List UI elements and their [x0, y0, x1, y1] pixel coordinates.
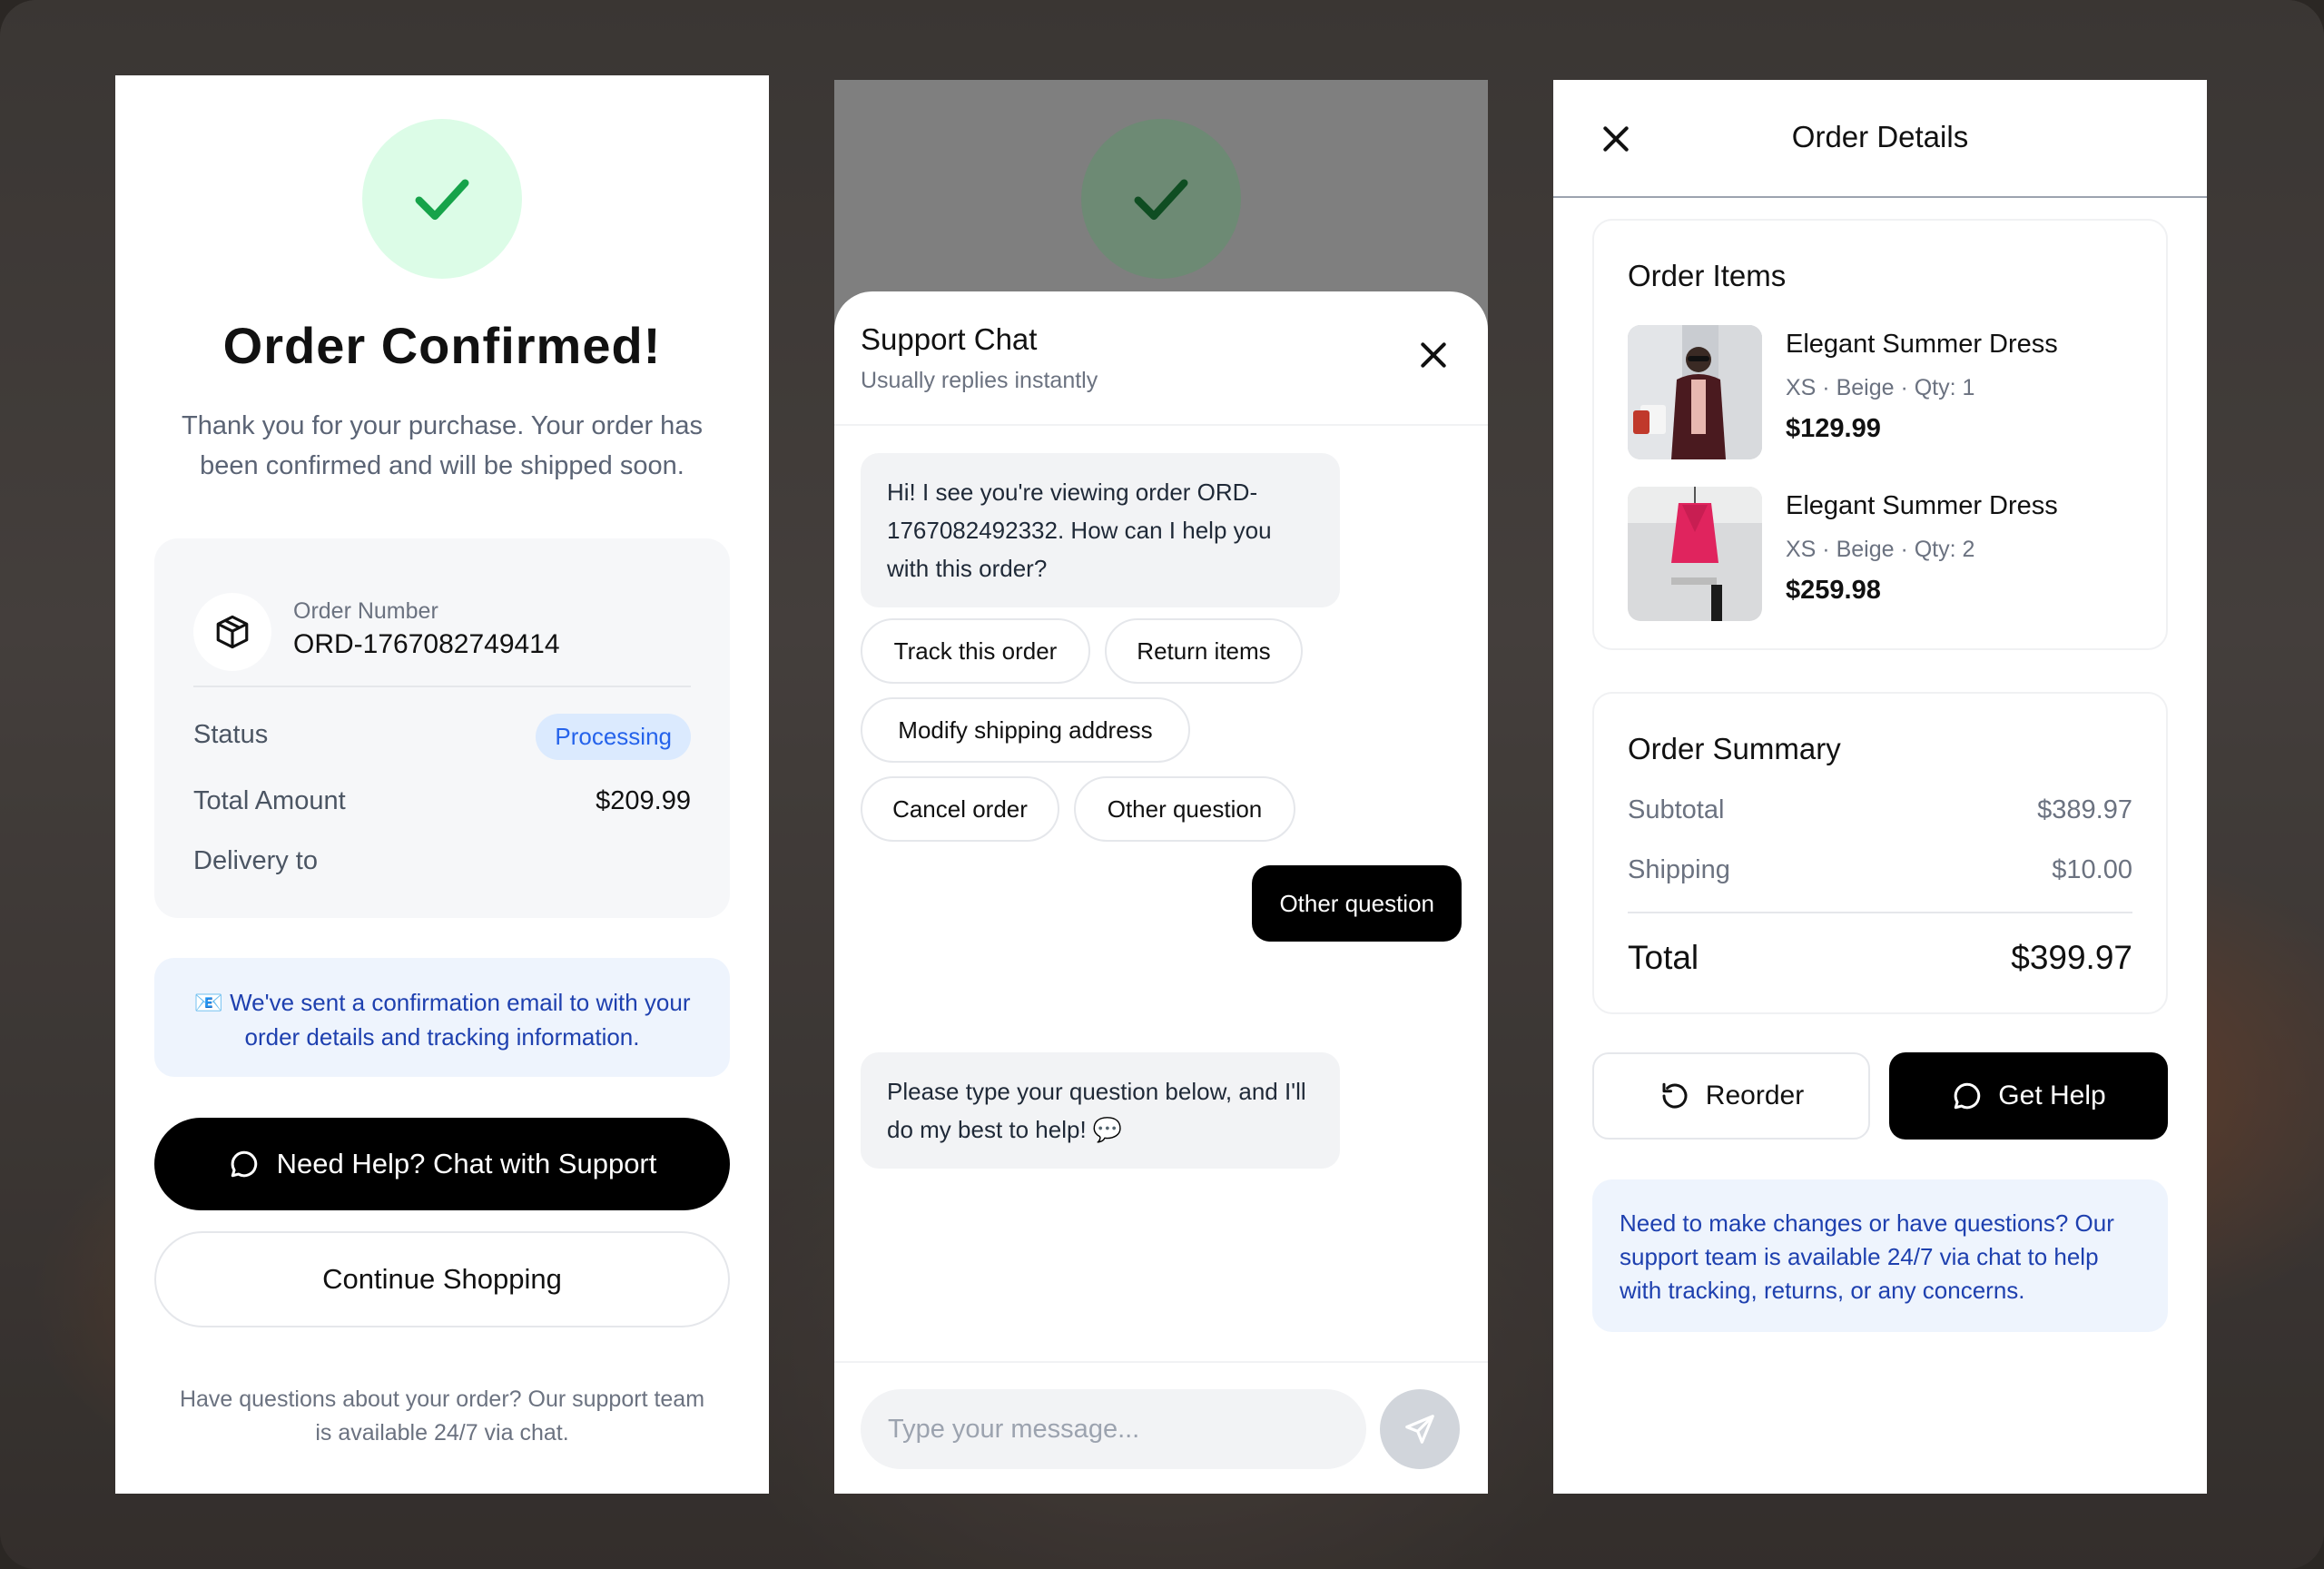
- close-icon[interactable]: [1415, 337, 1452, 373]
- message-input[interactable]: [861, 1389, 1366, 1469]
- success-check-badge: [362, 119, 522, 279]
- send-icon: [1405, 1415, 1434, 1444]
- quick-reply-other[interactable]: Other question: [1074, 776, 1295, 842]
- total-label: Total: [1628, 939, 1699, 976]
- divider: [834, 424, 1488, 426]
- support-help-note: Need to make changes or have questions? …: [1592, 1179, 2168, 1332]
- chat-title: Support Chat: [861, 322, 1038, 356]
- quick-reply-cancel[interactable]: Cancel order: [861, 776, 1059, 842]
- subtotal-value: $389.97: [2037, 795, 2132, 824]
- order-confirmation-screen: Order Confirmed! Thank you for your purc…: [115, 75, 769, 1494]
- shipping-label: Shipping: [1628, 855, 1730, 884]
- confirmation-message: Thank you for your purchase. Your order …: [182, 411, 703, 480]
- order-number: ORD-1767082749414: [293, 629, 560, 659]
- total-amount-label: Total Amount: [193, 786, 346, 815]
- order-summary-card: Order Summary Subtotal $389.97 Shipping …: [1592, 692, 2168, 1014]
- chat-composer: [834, 1361, 1488, 1494]
- details-header: Order Details: [1553, 80, 2207, 198]
- divider: [193, 686, 691, 687]
- reorder-label: Reorder: [1705, 1081, 1805, 1110]
- total-amount-value: $209.99: [596, 786, 691, 815]
- reorder-button[interactable]: Reorder: [1592, 1052, 1870, 1140]
- support-footer-text: Have questions about your order? Our sup…: [179, 1386, 705, 1446]
- bot-message: Hi! I see you're viewing order ORD-17670…: [861, 453, 1340, 607]
- check-icon: [1134, 179, 1188, 221]
- send-button[interactable]: [1380, 1389, 1460, 1469]
- package-icon-wrap: [193, 593, 271, 671]
- product-photo-dress-2: [1628, 487, 1762, 621]
- product-photo-dress-1: [1628, 325, 1762, 459]
- delivery-label: Delivery to: [193, 846, 318, 875]
- chat-bubble-icon: [231, 1150, 257, 1178]
- chat-support-button[interactable]: Need Help? Chat with Support: [154, 1118, 730, 1210]
- item-meta: XS · Beige · Qty: 1: [1786, 375, 1975, 400]
- divider: [1628, 912, 2132, 913]
- item-price: $129.99: [1786, 414, 1881, 443]
- quick-reply-return[interactable]: Return items: [1105, 618, 1303, 684]
- get-help-button[interactable]: Get Help: [1889, 1052, 2168, 1140]
- status-label: Status: [193, 720, 269, 749]
- get-help-label: Get Help: [1998, 1081, 2106, 1110]
- chat-support-label: Need Help? Chat with Support: [276, 1148, 657, 1179]
- chat-sheet: Support Chat Usually replies instantly H…: [834, 291, 1488, 1494]
- total-value: $399.97: [2011, 939, 2132, 976]
- page-title: Order Details: [1791, 120, 1969, 153]
- email-confirmation-note: 📧 We've sent a confirmation email to wit…: [154, 958, 730, 1077]
- user-message: Other question: [1252, 865, 1462, 942]
- status-badge: Processing: [536, 714, 691, 760]
- chat-bubble-icon: [1954, 1082, 1981, 1110]
- subtotal-label: Subtotal: [1628, 795, 1725, 824]
- continue-shopping-button[interactable]: Continue Shopping: [154, 1231, 730, 1327]
- check-icon: [415, 179, 469, 221]
- item-price: $259.98: [1786, 576, 1881, 605]
- support-chat-screen: Support Chat Usually replies instantly H…: [834, 80, 1488, 1494]
- order-items-card: Order Items Elegant Summer Dress XS · Be…: [1592, 219, 2168, 650]
- shipping-value: $10.00: [2052, 855, 2132, 884]
- refresh-icon: [1662, 1082, 1688, 1109]
- page-title: Order Confirmed!: [222, 317, 662, 374]
- package-icon: [216, 615, 249, 649]
- chat-subtitle: Usually replies instantly: [861, 368, 1098, 393]
- order-items-title: Order Items: [1628, 259, 1787, 292]
- quick-reply-modify-address[interactable]: Modify shipping address: [861, 697, 1190, 763]
- success-check-badge-dimmed: [1081, 119, 1241, 279]
- item-meta: XS · Beige · Qty: 2: [1786, 537, 1975, 562]
- order-details-screen: Order Details Order Items Elegant Summer…: [1553, 80, 2207, 1494]
- order-info-card: Order Number ORD-1767082749414 Status Pr…: [154, 538, 730, 918]
- product-image[interactable]: [1628, 487, 1762, 621]
- product-image[interactable]: [1628, 325, 1762, 459]
- quick-reply-track[interactable]: Track this order: [861, 618, 1090, 684]
- order-number-label: Order Number: [293, 598, 438, 624]
- item-name: Elegant Summer Dress: [1786, 330, 2058, 359]
- item-name: Elegant Summer Dress: [1786, 491, 2058, 520]
- order-summary-title: Order Summary: [1628, 732, 1841, 765]
- bot-message: Please type your question below, and I'l…: [861, 1052, 1340, 1169]
